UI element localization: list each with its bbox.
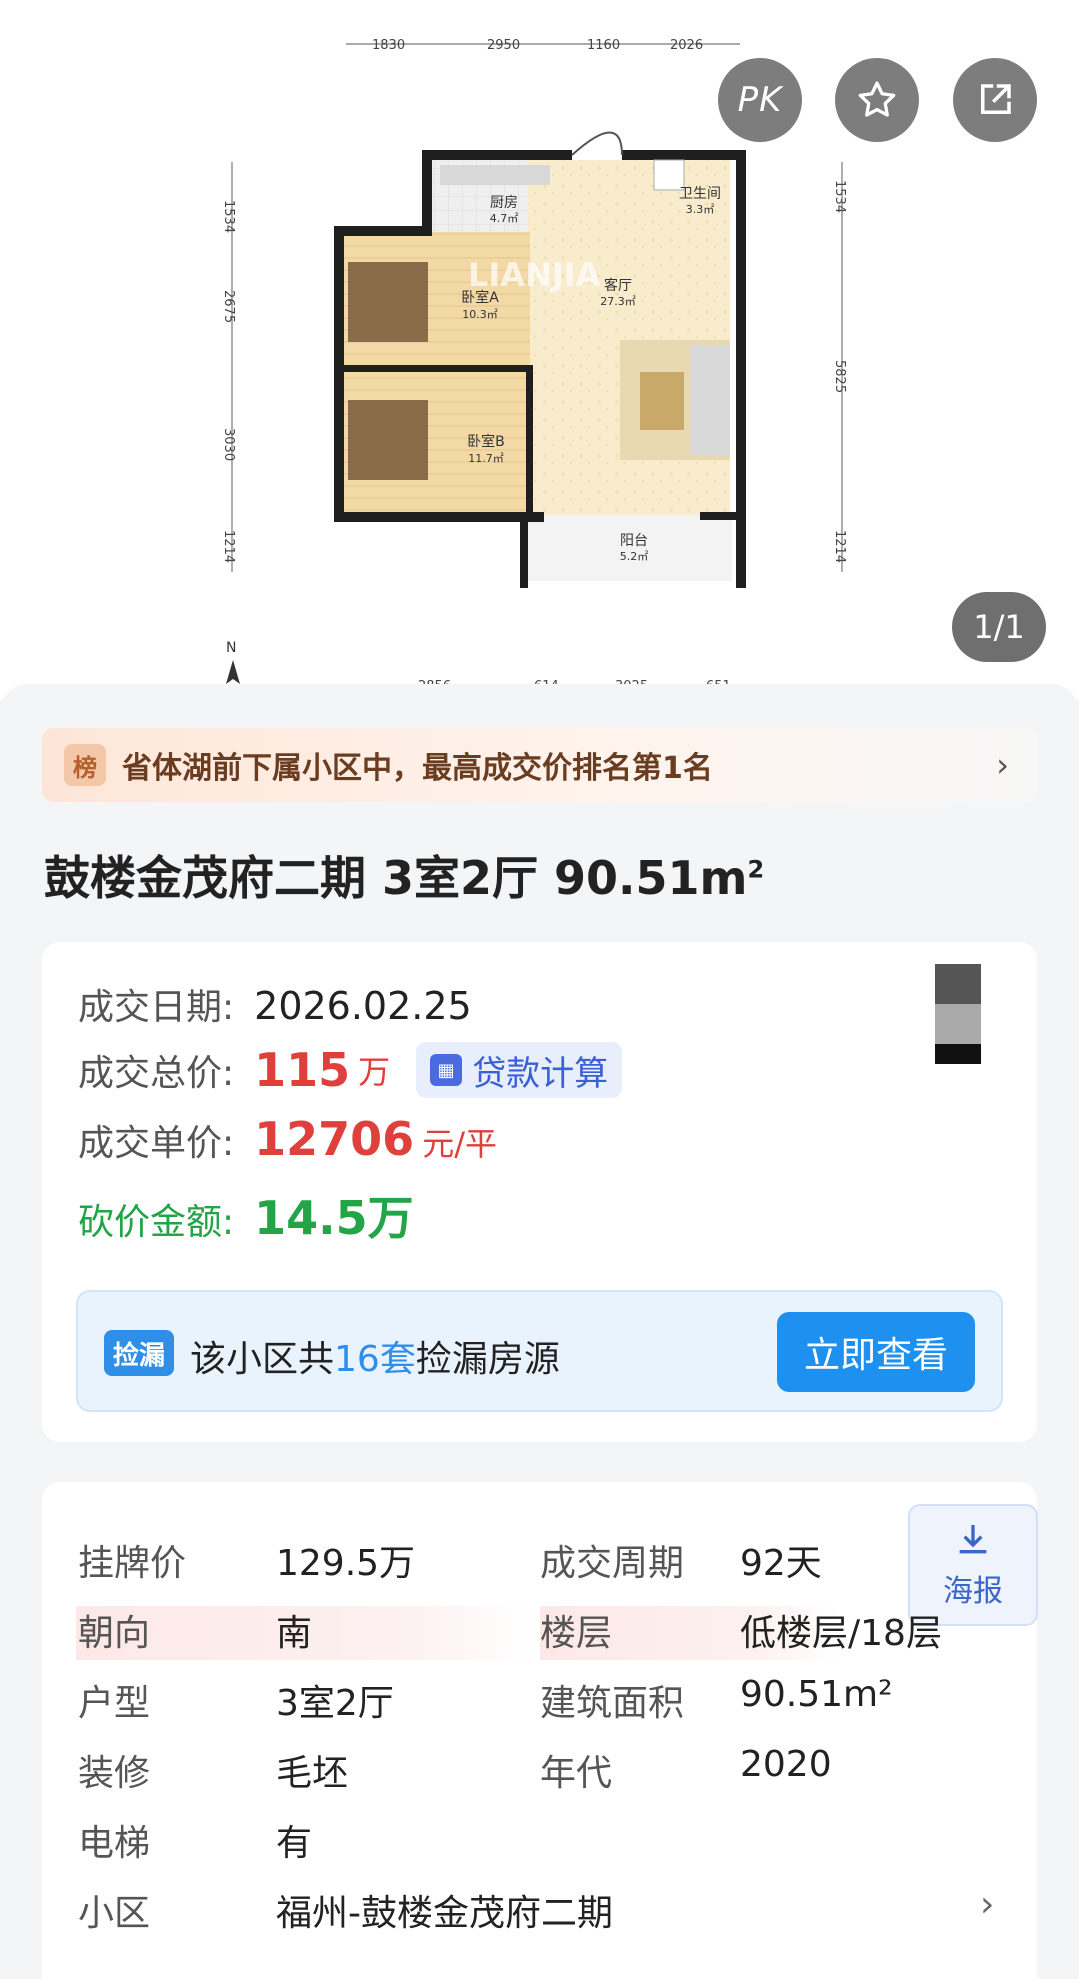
info-layout-value: 3室2厅 [276,1683,394,1724]
listing-title-text: 鼓楼金茂府二期 3室2厅 90.51m [44,851,748,905]
room-kitchen-name: 厨房 [490,195,518,211]
deal-cut-value: 14.5万 [254,1191,414,1245]
room-bath-name: 卫生间 [679,186,721,202]
info-floor-value: 低楼层/18层 [740,1613,942,1654]
rank-text: 省体湖前下属小区中，最高成交价排名第1名 [122,751,713,786]
floor-plan-image[interactable]: 1830 2950 1160 2026 1534 2675 3030 1214 … [0,0,1079,700]
image-pager: 1/1 [952,592,1046,662]
leak-text-after: 捡漏房源 [415,1339,560,1380]
poster-label: 海报 [943,1574,1003,1609]
calculator-icon: ▦ [430,1054,463,1086]
room-living-name: 客厅 [604,277,632,294]
leak-banner[interactable]: 捡漏 该小区共16套捡漏房源 立即查看 [76,1290,1003,1412]
detail-sheet: 榜 省体湖前下属小区中，最高成交价排名第1名 › 鼓楼金茂府二期 3室2厅 90… [0,684,1079,1979]
info-community-value[interactable]: 福州-鼓楼金茂府二期 [276,1884,613,1936]
info-orientation-label: 朝向 [78,1613,151,1654]
info-area-label: 建筑面积 [540,1683,685,1724]
loan-calculator-label: 贷款计算 [472,1053,609,1094]
deal-card: 成交日期: 2026.02.25 成交总价: 115 万 ▦ 贷款计算 成交单价… [42,942,1037,1442]
loan-calculator-button[interactable]: ▦ 贷款计算 [416,1042,623,1098]
info-layout-label: 户型 [78,1683,151,1724]
info-orientation-value: 南 [276,1613,313,1654]
deal-total-value: 115 [254,1043,351,1097]
north-arrow-icon: N [226,640,240,684]
dim-left-1: 1534 [221,200,236,233]
leak-text: 该小区共16套捡漏房源 [190,1330,560,1382]
leak-badge: 捡漏 [104,1330,174,1376]
favorite-button[interactable] [835,58,919,142]
leak-text-before: 该小区共 [190,1339,335,1380]
room-bedroom-b-area: 11.7㎡ [468,452,504,465]
room-bedroom-b-name: 卧室B [467,433,505,450]
room-bath-area: 3.3㎡ [686,203,715,216]
dim-right-3: 1214 [832,530,847,563]
info-community-label: 小区 [78,1893,151,1934]
deal-unit-row: 成交单价: 12706 元/平 [78,1112,497,1166]
deal-unit-label: 成交单价: [78,1123,235,1164]
deal-date-label: 成交日期: [78,987,235,1028]
dim-left-3: 3030 [221,428,236,461]
deal-date-row: 成交日期: 2026.02.25 [78,978,472,1030]
dim-right-1: 1534 [832,180,847,213]
deal-cut-row: 砍价金额: 14.5万 [78,1182,414,1248]
room-balcony-area: 5.2㎡ [620,550,649,563]
pk-button[interactable]: PK [718,58,802,142]
leak-count: 16套 [334,1339,416,1380]
room-balcony-name: 阳台 [620,533,648,549]
deal-total-label: 成交总价: [78,1053,235,1094]
deal-unit-unit: 元/平 [422,1125,497,1163]
deal-cut-label: 砍价金额: [78,1202,235,1243]
page: 1830 2950 1160 2026 1534 2675 3030 1214 … [0,0,1079,1979]
download-icon [959,1525,987,1554]
property-info-card: 海报 挂牌价 129.5万 成交周期 92天 朝向 南 楼层 低楼层/18层 户… [42,1482,1038,1979]
deal-date-value: 2026.02.25 [254,984,472,1028]
dim-right-2: 5825 [832,360,847,393]
view-now-button[interactable]: 立即查看 [777,1312,975,1392]
chevron-right-icon: › [996,746,1009,784]
thumbnail-image [935,964,981,1084]
rank-banner[interactable]: 榜 省体湖前下属小区中，最高成交价排名第1名 › [42,728,1037,802]
rank-badge: 榜 [64,744,106,786]
room-bedroom-a-name: 卧室A [461,289,499,306]
info-listing-price-value: 129.5万 [276,1543,416,1584]
info-cycle-value: 92天 [740,1543,822,1584]
info-cycle-label: 成交周期 [540,1543,685,1584]
info-elevator-label: 电梯 [78,1823,151,1864]
info-year-label: 年代 [540,1753,613,1794]
room-living-area: 27.3㎡ [600,295,636,308]
info-area-value: 90.51m² [740,1674,893,1715]
deal-unit-value: 12706 [254,1112,415,1166]
dim-left-4: 1214 [221,530,236,563]
dim-top-4: 2026 [670,38,703,53]
info-floor-label: 楼层 [540,1613,613,1654]
info-decoration-label: 装修 [78,1753,151,1794]
share-icon [981,84,1011,114]
room-kitchen-area: 4.7㎡ [490,212,519,225]
info-elevator-value: 有 [276,1823,313,1864]
deal-total-row: 成交总价: 115 万 ▦ 贷款计算 [78,1042,623,1098]
watermark-text: LIANJIA [468,256,601,294]
share-button[interactable] [953,58,1037,142]
info-listing-price-label: 挂牌价 [78,1543,187,1584]
svg-text:N: N [226,640,236,656]
info-year-value: 2020 [740,1744,832,1785]
dim-top-1: 1830 [372,38,405,53]
dim-top-2: 2950 [487,38,520,53]
info-decoration-value: 毛坯 [276,1753,349,1794]
dim-left-2: 2675 [221,290,236,323]
star-icon [858,81,896,117]
room-bedroom-a-area: 10.3㎡ [462,308,498,321]
deal-total-unit: 万 [358,1053,391,1091]
listing-title: 鼓楼金茂府二期 3室2厅 90.51m2 [44,842,764,908]
dim-top-3: 1160 [587,38,620,53]
chevron-right-icon[interactable]: › [980,1884,994,1925]
listing-title-sup: 2 [747,855,765,884]
